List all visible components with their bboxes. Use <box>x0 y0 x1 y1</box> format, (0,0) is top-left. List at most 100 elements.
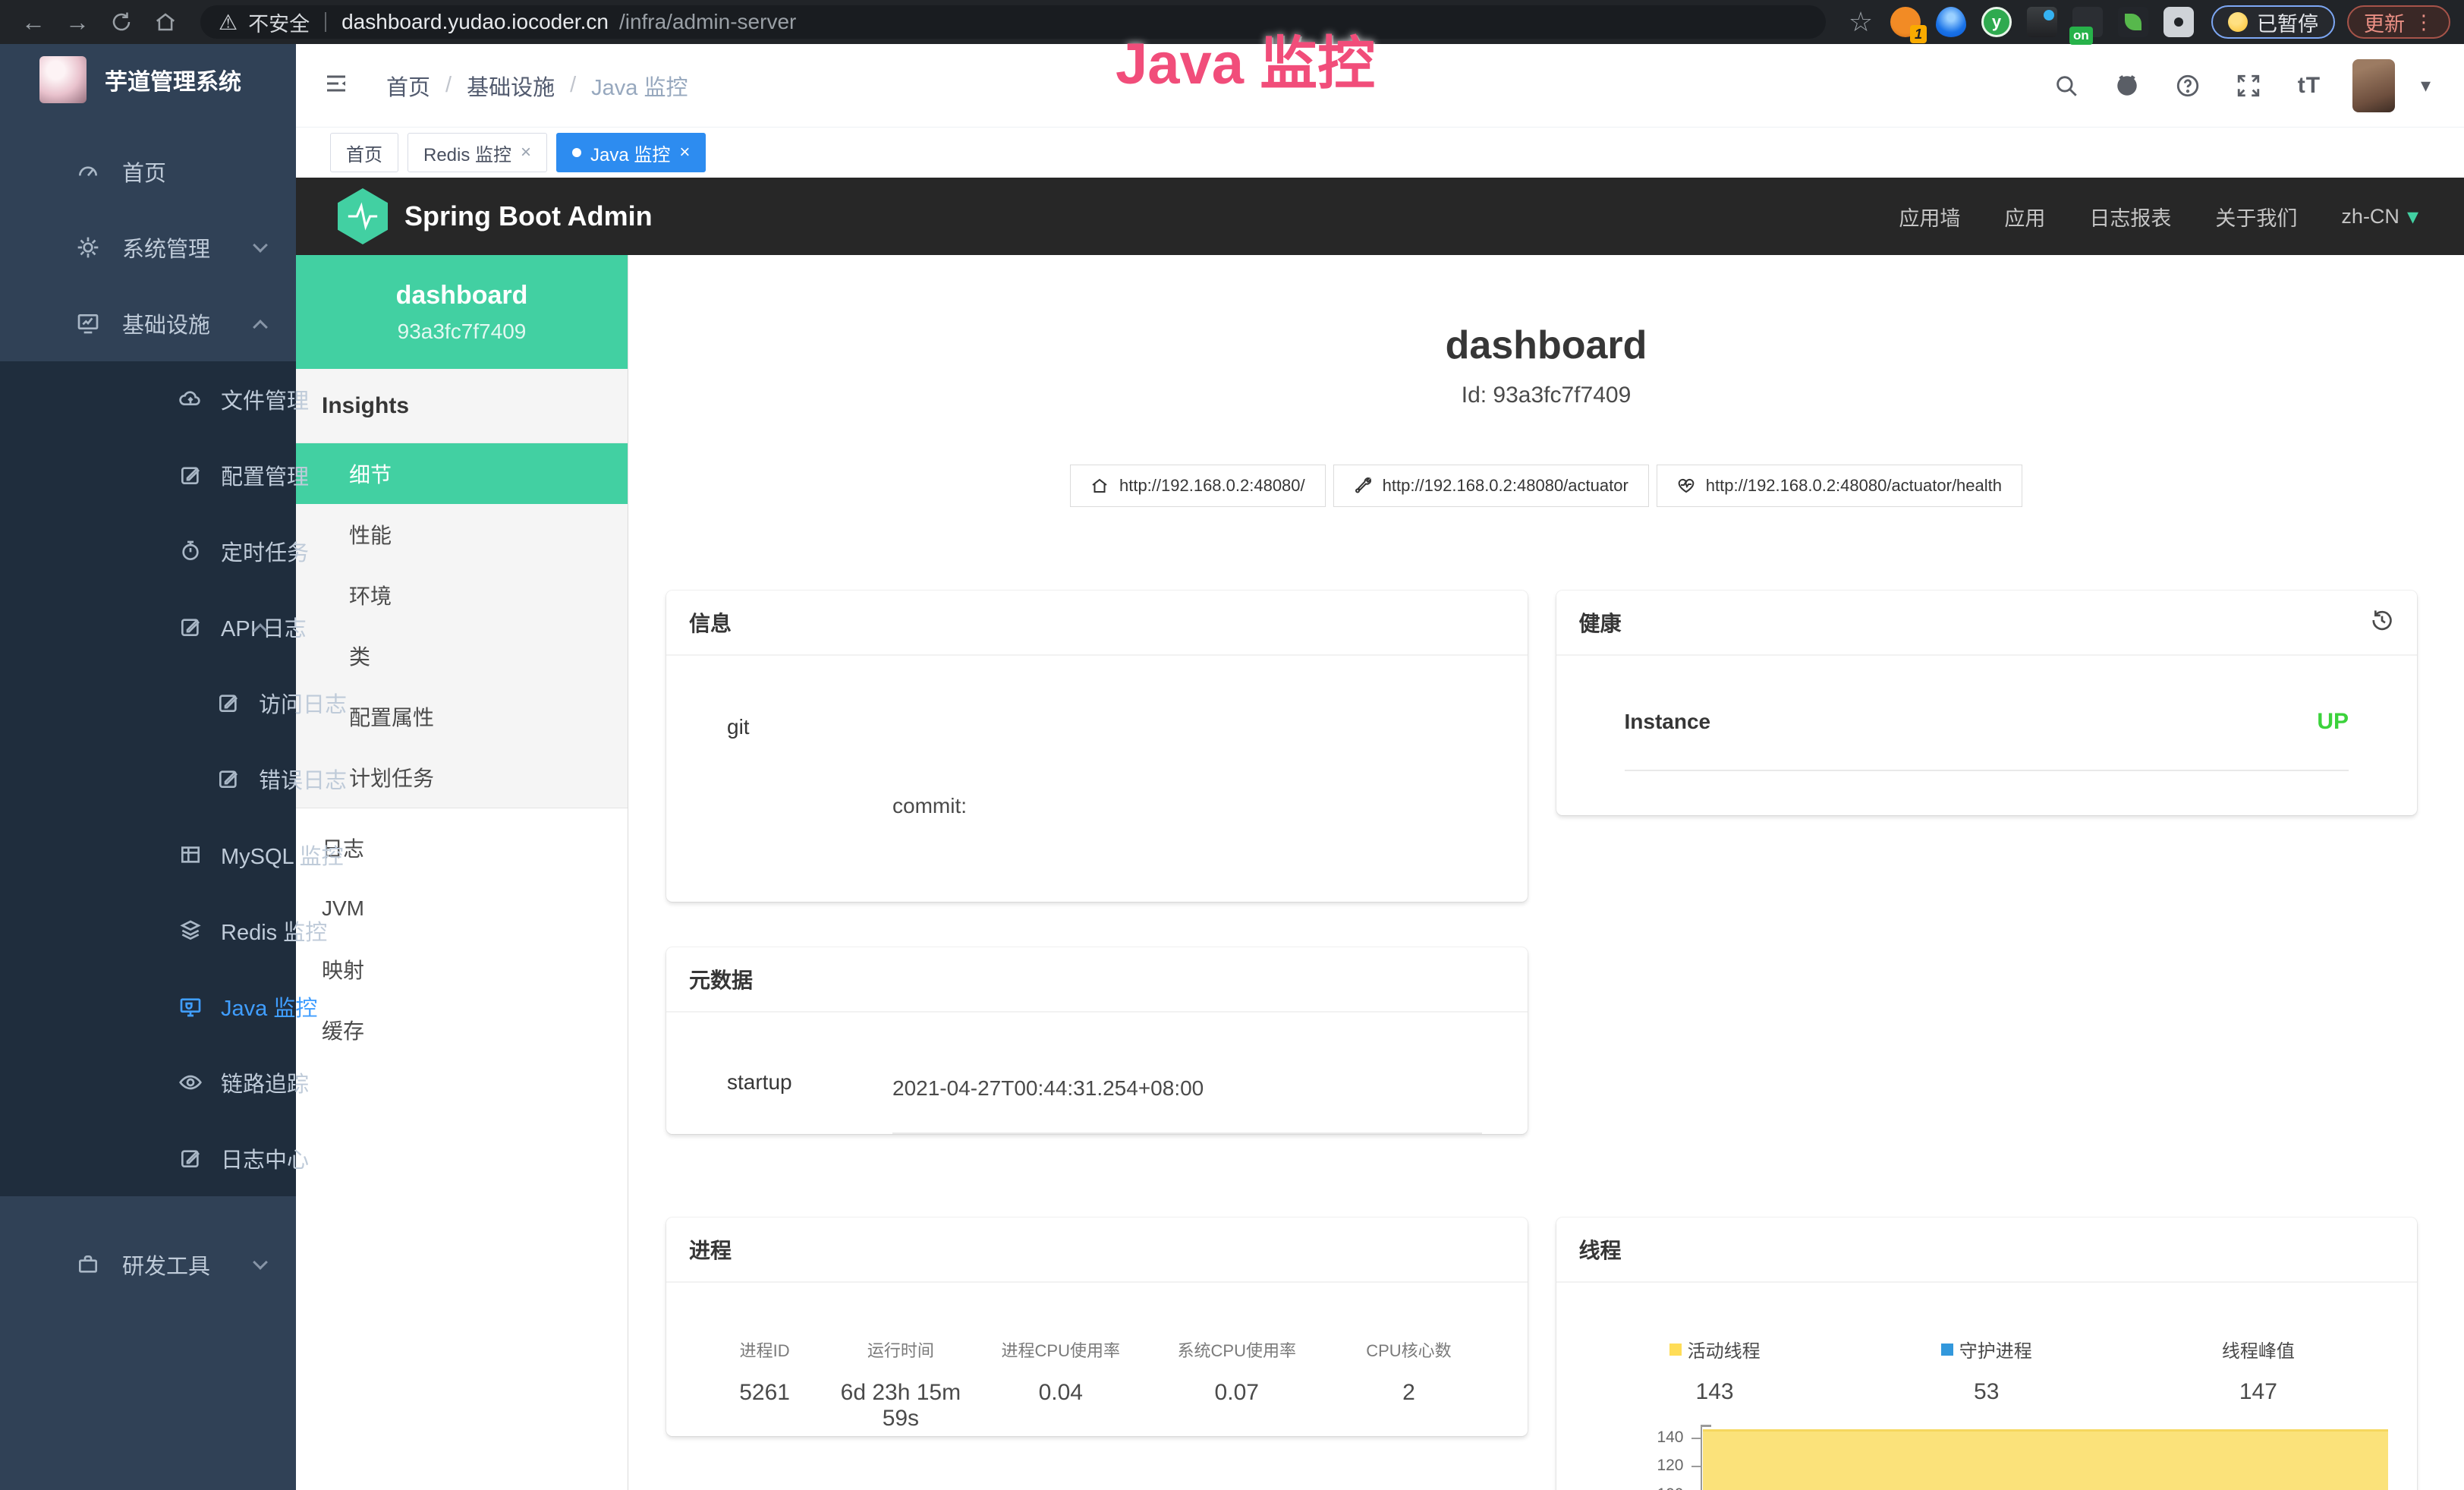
sba-item-details[interactable]: 细节 <box>296 443 628 504</box>
instance-links: http://192.168.0.2:48080/ http://192.168… <box>628 465 2464 507</box>
extension-icon-grid[interactable] <box>2027 7 2057 37</box>
sidebar-item-config-manage[interactable]: 配置管理 <box>0 437 296 513</box>
sba-item-classes[interactable]: 类 <box>296 625 628 686</box>
extensions-puzzle-icon[interactable] <box>2163 7 2194 37</box>
fullscreen-icon[interactable] <box>2231 68 2266 103</box>
sidebar-item-api-log[interactable]: API 日志 <box>0 589 296 665</box>
sba-brand: Spring Boot Admin <box>404 200 653 232</box>
health-instance-row: Instance UP <box>1625 709 2349 771</box>
info-key: git <box>727 715 892 902</box>
emoji-face-icon <box>2228 12 2248 32</box>
metadata-body: startup 2021-04-27T00:44:31.254+08:00 <box>666 1013 1528 1134</box>
sidebar-item-log-center[interactable]: 日志中心 <box>0 1120 296 1196</box>
chevron-down-icon <box>253 1255 268 1270</box>
back-icon[interactable]: ← <box>14 5 53 39</box>
sidebar-item-redis-monitor[interactable]: Redis 监控 <box>0 893 296 969</box>
sba-item-caches[interactable]: 缓存 <box>296 1000 628 1060</box>
sba-item-label: 类 <box>349 641 370 671</box>
extension-icon-pin[interactable] <box>1936 7 1966 37</box>
extension-icon-orange[interactable]: 1 <box>1890 7 1921 37</box>
spring-boot-admin-logo <box>338 188 388 244</box>
service-url-link[interactable]: http://192.168.0.2:48080/ <box>1070 465 1326 507</box>
extension-icon-leaf[interactable] <box>2118 7 2148 37</box>
breadcrumb-home[interactable]: 首页 <box>386 70 430 102</box>
actuator-url-link[interactable]: http://192.168.0.2:48080/actuator <box>1333 465 1649 507</box>
sba-item-mappings[interactable]: 映射 <box>296 939 628 1000</box>
history-icon[interactable] <box>2370 608 2394 638</box>
sidebar-item-file-manage[interactable]: 文件管理 <box>0 361 296 437</box>
sba-nav-wallboard[interactable]: 应用墙 <box>1899 202 1960 232</box>
app-logo-row[interactable]: 芋道管理系统 <box>0 55 296 105</box>
health-url-link[interactable]: http://192.168.0.2:48080/actuator/health <box>1657 465 2022 507</box>
breadcrumb-current: Java 监控 <box>591 70 688 102</box>
sba-item-logs[interactable]: 日志 <box>296 817 628 878</box>
tab-java-monitor[interactable]: Java 监控 × <box>556 133 706 172</box>
tab-close-icon[interactable]: × <box>679 142 690 163</box>
reload-icon[interactable] <box>102 5 141 39</box>
y-axis-line <box>1701 1425 1702 1490</box>
legend-text: 线程峰值 <box>2222 1336 2295 1362</box>
chevron-down-icon <box>253 238 268 253</box>
tick-mark <box>1691 1466 1701 1467</box>
forward-icon[interactable]: → <box>58 5 97 39</box>
sidebar-item-java-monitor[interactable]: Java 监控 <box>0 969 296 1044</box>
sba-main: dashboard Id: 93a3fc7f7409 http://192.16… <box>628 255 2464 1490</box>
right-column: 健康 Instance UP 线程 <box>1556 591 2418 1490</box>
font-size-icon[interactable]: tT <box>2292 68 2327 103</box>
sidebar-item-mysql-monitor[interactable]: MySQL 监控 <box>0 817 296 893</box>
breadcrumb-infra[interactable]: 基础设施 <box>467 70 555 102</box>
sidebar-item-label: 研发工具 <box>122 1249 210 1281</box>
tab-redis-monitor[interactable]: Redis 监控 × <box>408 133 547 172</box>
sba-item-jvm[interactable]: JVM <box>296 878 628 939</box>
tab-home[interactable]: 首页 <box>330 133 398 172</box>
profile-paused-badge[interactable]: 已暂停 <box>2211 5 2335 39</box>
sba-menu: 应用墙 应用 日志报表 关于我们 zh-CN ▾ <box>1899 202 2418 232</box>
sidebar-item-dev-tools[interactable]: 研发工具 <box>0 1227 296 1303</box>
sba-nav-about[interactable]: 关于我们 <box>2215 202 2297 232</box>
sidebar-item-system[interactable]: 系统管理 <box>0 209 296 285</box>
user-avatar[interactable] <box>2352 59 2395 112</box>
sidebar-item-scheduled-jobs[interactable]: 定时任务 <box>0 513 296 589</box>
app-logo <box>39 56 87 103</box>
java-monitor-icon <box>178 994 203 1019</box>
sidebar-item-label: 错误日志 <box>259 763 347 795</box>
process-pid: 5261 <box>697 1380 832 1432</box>
sba-nav-journal[interactable]: 日志报表 <box>2089 202 2171 232</box>
legend-text: 守护进程 <box>1959 1336 2032 1362</box>
sidebar-item-infra[interactable]: 基础设施 <box>0 285 296 361</box>
github-icon[interactable] <box>2110 68 2145 103</box>
sba-item-label: 细节 <box>349 458 392 489</box>
extension-icon-green-y[interactable]: y <box>1981 7 2012 37</box>
sidebar-item-label: 基础设施 <box>122 307 210 339</box>
sidebar-item-access-log[interactable]: 访问日志 <box>0 665 296 741</box>
instance-header[interactable]: dashboard 93a3fc7f7409 <box>296 255 628 369</box>
edit-icon <box>178 463 203 487</box>
omnibox-divider <box>325 12 326 32</box>
extension-icon-switch[interactable]: on <box>2072 7 2103 37</box>
address-bar[interactable]: ⚠ 不安全 dashboard.yudao.iocoder.cn/infra/a… <box>200 5 1826 39</box>
threads-legend: 活动线程 143 守护进程 53 线程峰值 147 <box>1556 1283 2418 1405</box>
tags-view-bar: 首页 Redis 监控 × Java 监控 × <box>296 128 2464 178</box>
health-instance-label: Instance <box>1625 710 1711 734</box>
help-icon[interactable] <box>2170 68 2205 103</box>
sidebar-item-home[interactable]: 首页 <box>0 134 296 209</box>
sidebar-item-error-log[interactable]: 错误日志 <box>0 741 296 817</box>
hamburger-icon[interactable] <box>323 70 350 101</box>
sba-item-metrics[interactable]: 性能 <box>296 504 628 565</box>
chrome-update-button[interactable]: 更新 ⋮ <box>2347 5 2450 39</box>
security-warning-icon: ⚠ <box>219 10 238 35</box>
tab-close-icon[interactable]: × <box>521 142 531 163</box>
log-edit-icon <box>178 1146 203 1170</box>
sidebar-item-label: 文件管理 <box>221 383 309 415</box>
bookmark-star-icon[interactable]: ☆ <box>1841 5 1880 39</box>
avatar-caret-icon[interactable]: ▾ <box>2421 74 2431 97</box>
browser-home-icon[interactable] <box>146 5 185 39</box>
layers-icon <box>178 918 203 943</box>
sba-item-environment[interactable]: 环境 <box>296 565 628 625</box>
sba-nav-applications[interactable]: 应用 <box>2004 202 2045 232</box>
sidebar-item-tracing[interactable]: 链路追踪 <box>0 1044 296 1120</box>
annotation-text: Java 监控 <box>1116 17 1375 100</box>
process-uptime: 6d 23h 15m 59s <box>832 1380 968 1432</box>
search-icon[interactable] <box>2049 68 2084 103</box>
locale-selector[interactable]: zh-CN ▾ <box>2341 203 2418 230</box>
